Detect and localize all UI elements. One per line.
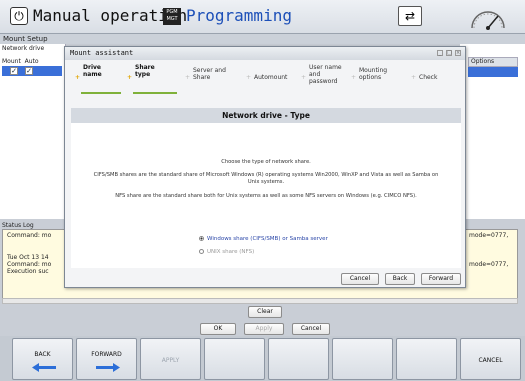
step-drive-name: + Drive name [75, 64, 121, 94]
softkey-bar: BACK FORWARD APPLY CANCEL [0, 336, 525, 381]
gauge-icon [471, 11, 505, 30]
clear-button[interactable]: Clear [248, 306, 282, 318]
step-bullet-icon: + [246, 74, 252, 81]
empty-softkey [332, 338, 393, 380]
arrow-right-icon [96, 363, 120, 372]
step-automount: + Automount [246, 74, 288, 81]
col-auto: Auto [24, 58, 39, 65]
step-bullet-icon: + [185, 74, 191, 81]
step-bullet-icon: + [75, 74, 81, 81]
content-body: Choose the type of network share. CIFS/S… [71, 123, 461, 268]
network-drive-label: Network drive [2, 45, 45, 52]
options-row[interactable] [468, 67, 518, 77]
radio-selected-icon [199, 236, 204, 241]
status-line: Command: mo [7, 232, 52, 239]
step-bullet-icon: + [351, 74, 357, 81]
step-check: + Check [411, 74, 438, 81]
minimize-icon[interactable]: _ [437, 50, 443, 56]
program-management-icon[interactable]: PGM MGT [163, 8, 181, 25]
status-line: mode=0777, [469, 232, 509, 239]
arrow-left-icon [32, 363, 56, 372]
col-mount: Mount [2, 58, 21, 65]
step-bullet-icon: + [127, 74, 133, 81]
status-line: mode=0777, [469, 261, 509, 268]
step-share-type: + Share type [127, 64, 177, 94]
maximize-icon[interactable]: □ [446, 50, 452, 56]
mount-table-header: Mount Auto [2, 58, 62, 66]
auto-checkbox[interactable]: ✓ [25, 67, 33, 75]
status-line: Tue Oct 13 14 [7, 254, 49, 261]
step-server-share: + Server and Share [185, 67, 226, 81]
window-title: Mount Setup [0, 34, 525, 44]
radio-nfs[interactable]: UNIX share (NFS) [199, 249, 254, 255]
empty-softkey [396, 338, 457, 380]
dialog-title: Mount assistant [65, 47, 465, 60]
horizontal-scrollbar[interactable] [2, 298, 518, 304]
mount-checkbox[interactable]: ✓ [10, 67, 18, 75]
step-underline [133, 92, 177, 94]
step-underline [81, 92, 121, 94]
step-mounting-options: + Mounting options [351, 67, 388, 81]
power-icon[interactable]: ⏻ [10, 7, 28, 25]
intro-text: Choose the type of network share. [221, 159, 311, 165]
top-bar: ⏻ Manual operation PGM MGT Programming ⇄ [0, 0, 525, 34]
forward-softkey[interactable]: FORWARD [76, 338, 137, 380]
close-icon[interactable]: × [455, 50, 461, 56]
radio-cifs[interactable]: Windows share (CIFS/SMB) or Samba server [199, 236, 328, 242]
cifs-description: CIFS/SMB shares are the standard share o… [93, 172, 439, 185]
nfs-description: NFS share are the standard share both fo… [115, 193, 417, 199]
status-line: Command: mo [7, 261, 52, 268]
dialog-back-button[interactable]: Back [385, 273, 415, 285]
screen-toggle-icon[interactable]: ⇄ [398, 6, 422, 26]
dialog-content: Network drive - Type Choose the type of … [71, 108, 461, 268]
radio-unselected-icon [199, 249, 204, 254]
step-bullet-icon: + [301, 74, 307, 81]
cancel-softkey[interactable]: CANCEL [460, 338, 521, 380]
back-softkey[interactable]: BACK [12, 338, 73, 380]
step-user-password: + User name and password [301, 64, 342, 85]
dialog-forward-button[interactable]: Forward [421, 273, 461, 285]
apply-button: Apply [244, 323, 284, 335]
status-line: Execution suc [7, 268, 49, 275]
apply-softkey: APPLY [140, 338, 201, 380]
table-row[interactable]: ✓ ✓ [2, 66, 62, 76]
empty-softkey [204, 338, 265, 380]
wizard-steps: + Drive name + Share type + Server and S… [71, 64, 461, 94]
status-log-label: Status Log [2, 222, 34, 229]
programming-title[interactable]: Programming [186, 6, 292, 25]
content-title: Network drive - Type [71, 108, 461, 123]
mount-assistant-dialog: Mount assistant _ □ × + Drive name + Sha… [64, 46, 466, 288]
dialog-cancel-button[interactable]: Cancel [341, 273, 379, 285]
ok-button[interactable]: OK [200, 323, 236, 335]
step-bullet-icon: + [411, 74, 417, 81]
cancel-button[interactable]: Cancel [292, 323, 330, 335]
col-options: Options [468, 57, 518, 67]
empty-softkey [268, 338, 329, 380]
